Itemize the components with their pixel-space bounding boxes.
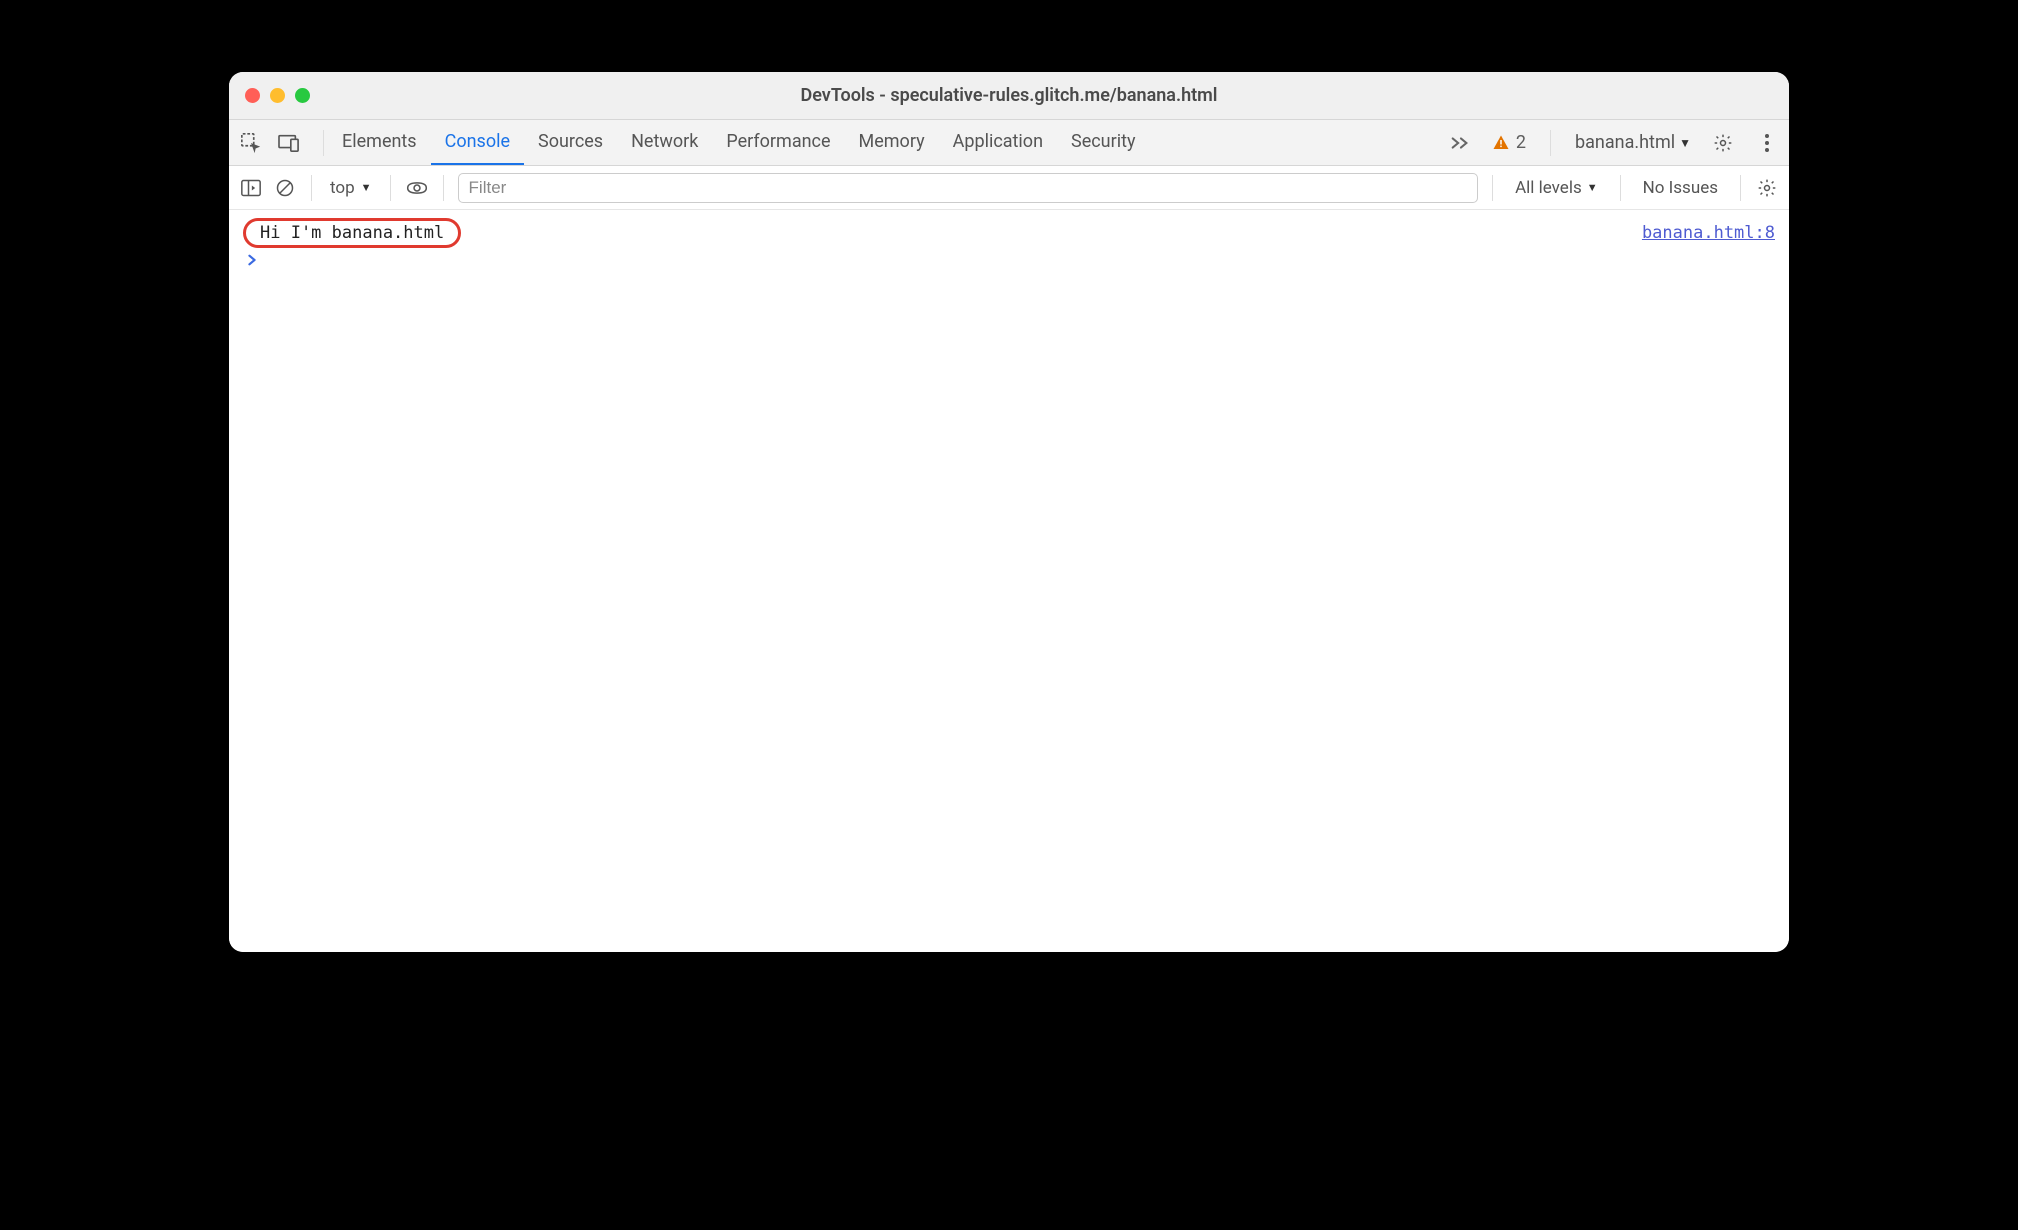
toggle-sidebar-icon[interactable] xyxy=(239,176,263,200)
console-source-link[interactable]: banana.html:8 xyxy=(1642,223,1775,243)
maximize-window-button[interactable] xyxy=(295,88,310,103)
tab-console[interactable]: Console xyxy=(431,120,524,165)
console-toolbar: top ▼ All levels ▼ No Issues xyxy=(229,166,1789,210)
context-label: top xyxy=(330,178,355,198)
tab-sources[interactable]: Sources xyxy=(524,120,617,165)
window-title: DevTools - speculative-rules.glitch.me/b… xyxy=(229,85,1789,106)
warning-icon xyxy=(1492,134,1510,152)
devtools-window: DevTools - speculative-rules.glitch.me/b… xyxy=(229,72,1789,952)
tab-application[interactable]: Application xyxy=(939,120,1057,165)
target-selector[interactable]: banana.html ▼ xyxy=(1575,132,1691,153)
tab-network[interactable]: Network xyxy=(617,120,712,165)
divider xyxy=(1550,130,1551,156)
divider xyxy=(1740,175,1741,201)
console-log-message: Hi I'm banana.html xyxy=(243,218,461,248)
console-log-row: Hi I'm banana.html banana.html:8 xyxy=(243,216,1775,250)
traffic-lights xyxy=(245,88,310,103)
context-selector[interactable]: top ▼ xyxy=(326,178,376,198)
tab-memory[interactable]: Memory xyxy=(845,120,939,165)
log-levels-selector[interactable]: All levels ▼ xyxy=(1507,178,1606,198)
issues-label[interactable]: No Issues xyxy=(1635,178,1726,198)
tab-security[interactable]: Security xyxy=(1057,120,1149,165)
tab-elements[interactable]: Elements xyxy=(328,120,431,165)
divider xyxy=(443,175,444,201)
device-toolbar-icon[interactable] xyxy=(277,131,301,155)
tab-performance[interactable]: Performance xyxy=(712,120,844,165)
divider xyxy=(390,175,391,201)
warnings-badge[interactable]: 2 xyxy=(1492,132,1526,153)
clear-console-icon[interactable] xyxy=(273,176,297,200)
filter-input[interactable] xyxy=(458,173,1479,203)
settings-icon[interactable] xyxy=(1711,131,1735,155)
divider xyxy=(323,130,324,156)
target-label: banana.html xyxy=(1575,132,1675,153)
warning-count: 2 xyxy=(1516,132,1526,153)
console-prompt-icon[interactable] xyxy=(243,250,1775,266)
titlebar: DevTools - speculative-rules.glitch.me/b… xyxy=(229,72,1789,120)
kebab-menu-icon[interactable] xyxy=(1755,131,1779,155)
caret-down-icon: ▼ xyxy=(1587,181,1598,194)
live-expression-icon[interactable] xyxy=(405,176,429,200)
levels-label: All levels xyxy=(1515,178,1582,198)
caret-down-icon: ▼ xyxy=(361,181,372,194)
divider xyxy=(1620,175,1621,201)
minimize-window-button[interactable] xyxy=(270,88,285,103)
tab-strip: Elements Console Sources Network Perform… xyxy=(229,120,1789,166)
console-settings-icon[interactable] xyxy=(1755,176,1779,200)
more-tabs-icon[interactable] xyxy=(1448,131,1472,155)
inspect-element-icon[interactable] xyxy=(239,131,263,155)
close-window-button[interactable] xyxy=(245,88,260,103)
caret-down-icon: ▼ xyxy=(1679,136,1691,150)
divider xyxy=(311,175,312,201)
console-output: Hi I'm banana.html banana.html:8 xyxy=(229,210,1789,952)
divider xyxy=(1492,175,1493,201)
